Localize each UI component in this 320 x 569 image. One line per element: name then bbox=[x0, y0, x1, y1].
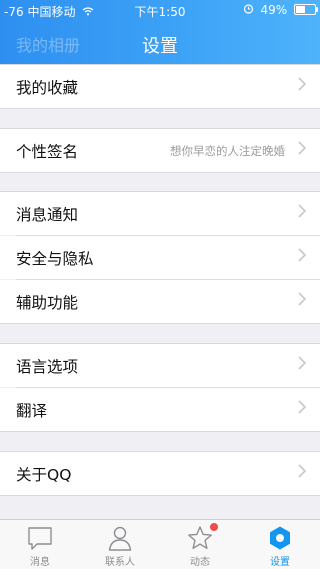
item-label: 翻译 bbox=[16, 402, 48, 420]
tab-contacts[interactable]: 联系人 bbox=[80, 520, 160, 569]
star-icon bbox=[188, 526, 212, 549]
chevron-right-icon bbox=[298, 248, 306, 262]
group-border bbox=[0, 108, 320, 109]
item-label: 语言选项 bbox=[16, 358, 79, 376]
status-bar: -76 中国移动 下午1:50 49% bbox=[0, 0, 320, 20]
battery-percent: 49% bbox=[260, 3, 288, 17]
item-label: 个性签名 bbox=[16, 143, 79, 161]
person-icon bbox=[108, 526, 132, 551]
alarm-icon bbox=[243, 4, 258, 17]
settings-item-translate[interactable]: 翻译 bbox=[0, 388, 320, 431]
group-border bbox=[0, 323, 320, 324]
notification-dot bbox=[210, 523, 218, 531]
tab-label: 设置 bbox=[270, 557, 290, 568]
chevron-right-icon bbox=[298, 292, 306, 306]
tab-label: 联系人 bbox=[105, 557, 135, 568]
chevron-right-icon bbox=[298, 356, 306, 370]
chat-bubble-icon bbox=[28, 527, 52, 550]
settings-item-about[interactable]: 关于QQ bbox=[0, 452, 320, 495]
chevron-right-icon bbox=[298, 400, 306, 414]
gear-icon bbox=[270, 526, 290, 550]
chevron-right-icon bbox=[298, 464, 306, 478]
group-border bbox=[0, 495, 320, 496]
tab-moments[interactable]: 动态 bbox=[160, 520, 240, 569]
settings-item-language[interactable]: 语言选项 bbox=[0, 344, 320, 387]
tab-label: 动态 bbox=[190, 557, 210, 568]
page-title: 设置 bbox=[142, 36, 178, 57]
item-label: 安全与隐私 bbox=[16, 250, 94, 268]
chevron-right-icon bbox=[298, 77, 306, 91]
settings-item-privacy[interactable]: 安全与隐私 bbox=[0, 236, 320, 279]
item-label: 辅助功能 bbox=[16, 294, 79, 312]
tab-messages[interactable]: 消息 bbox=[0, 520, 80, 569]
tab-bar: 消息 联系人 动态 设置 bbox=[0, 519, 320, 569]
chevron-right-icon bbox=[298, 141, 306, 155]
tab-settings[interactable]: 设置 bbox=[240, 520, 320, 569]
nav-header: -76 中国移动 下午1:50 49% 我的相册 设置 bbox=[0, 0, 320, 64]
tab-label: 消息 bbox=[30, 557, 50, 568]
item-label: 关于QQ bbox=[16, 466, 72, 484]
settings-item-favorites[interactable]: 我的收藏 bbox=[0, 65, 320, 108]
chevron-right-icon bbox=[298, 204, 306, 218]
settings-item-accessibility[interactable]: 辅助功能 bbox=[0, 280, 320, 323]
settings-item-notifications[interactable]: 消息通知 bbox=[0, 192, 320, 235]
item-label: 我的收藏 bbox=[16, 79, 79, 97]
group-border bbox=[0, 172, 320, 173]
signature-value: 想你早恋的人注定晚婚 bbox=[170, 144, 285, 158]
item-label: 消息通知 bbox=[16, 206, 79, 224]
battery-icon bbox=[294, 4, 318, 15]
group-border bbox=[0, 431, 320, 432]
settings-item-signature[interactable]: 个性签名 想你早恋的人注定晚婚 bbox=[0, 129, 320, 172]
